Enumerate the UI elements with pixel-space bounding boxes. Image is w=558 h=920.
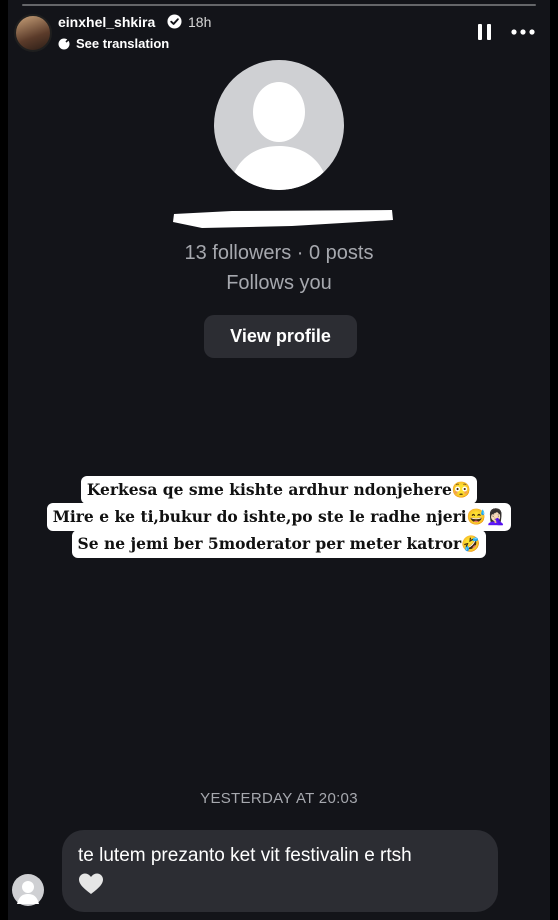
- more-options-icon[interactable]: [510, 22, 538, 42]
- story-caption: Kerkesa qe sme kishte ardhur ndonjehere😳…: [8, 476, 550, 558]
- message-text: te lutem prezanto ket vit festivalin e r…: [78, 845, 412, 866]
- story-viewer: einxhel_shkira 18h See translation 13 fo…: [8, 0, 550, 920]
- profile-stats: 13 followers · 0 posts: [184, 242, 374, 264]
- story-progress-bar: [22, 4, 536, 6]
- message-timestamp: YESTERDAY AT 20:03: [200, 790, 358, 807]
- caption-line: Mire e ke ti,bukur do ishte,po ste le ra…: [46, 503, 512, 531]
- pause-icon[interactable]: [476, 22, 494, 42]
- story-header: einxhel_shkira 18h See translation: [8, 8, 550, 58]
- story-time: 18h: [188, 14, 212, 30]
- sender-avatar: [12, 874, 44, 906]
- view-profile-button[interactable]: View profile: [204, 315, 357, 358]
- profile-avatar[interactable]: [214, 60, 344, 190]
- heart-icon: [79, 873, 103, 894]
- message-bubble[interactable]: te lutem prezanto ket vit festivalin e r…: [62, 830, 498, 912]
- verified-badge-icon: [167, 14, 182, 29]
- redacted-name-bar: [173, 210, 393, 228]
- caption-line: Kerkesa qe sme kishte ardhur ndonjehere😳: [80, 476, 478, 504]
- user-avatar[interactable]: [14, 14, 52, 52]
- translate-icon: [58, 37, 70, 49]
- see-translation-label: See translation: [76, 36, 170, 51]
- username[interactable]: einxhel_shkira: [58, 14, 155, 30]
- caption-line: Se ne jemi ber 5moderator per meter katr…: [71, 530, 487, 558]
- see-translation-link[interactable]: See translation: [58, 36, 169, 51]
- follows-you-label: Follows you: [226, 272, 332, 294]
